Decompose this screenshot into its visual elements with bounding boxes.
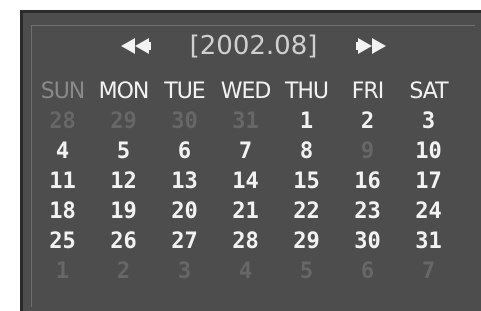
day-cell[interactable]: 1 [32, 259, 93, 284]
day-cell[interactable]: 13 [154, 169, 215, 194]
day-cell[interactable]: 15 [276, 169, 337, 194]
day-cell[interactable]: 30 [337, 229, 398, 254]
day-cell[interactable]: 5 [93, 139, 154, 164]
next-month-button[interactable] [351, 31, 391, 61]
weekday-header-row: SUN MON TUE WED THU FRI SAT [32, 76, 462, 106]
day-cell[interactable]: 4 [215, 259, 276, 284]
weekday-wed: WED [220, 78, 272, 104]
day-cell[interactable]: 31 [398, 229, 459, 254]
calendar-inner: [2002.08] SUN MON TUE WED THU FRI SAT 28… [31, 25, 475, 307]
weekday-sun: SUN [40, 78, 86, 104]
day-cell[interactable]: 14 [215, 169, 276, 194]
calendar-grid: SUN MON TUE WED THU FRI SAT 28 29 30 31 1 2 3 4… [32, 76, 462, 286]
week-row: 25 26 27 28 29 30 31 [32, 226, 462, 256]
day-cell[interactable]: 17 [398, 169, 459, 194]
month-title: [2002.08] [189, 31, 318, 61]
day-cell[interactable]: 18 [32, 199, 93, 224]
day-cell[interactable]: 12 [93, 169, 154, 194]
day-cell[interactable]: 2 [93, 259, 154, 284]
prev-month-button[interactable] [116, 31, 156, 61]
day-cell[interactable]: 11 [32, 169, 93, 194]
day-cell[interactable]: 28 [32, 109, 93, 134]
day-cell[interactable]: 6 [154, 139, 215, 164]
day-cell[interactable]: 25 [32, 229, 93, 254]
day-cell[interactable]: 1 [276, 109, 337, 134]
day-cell[interactable]: 19 [93, 199, 154, 224]
day-cell[interactable]: 9 [337, 139, 398, 164]
day-cell[interactable]: 22 [276, 199, 337, 224]
calendar-panel: [2002.08] SUN MON TUE WED THU FRI SAT 28… [20, 10, 481, 311]
day-cell[interactable]: 29 [276, 229, 337, 254]
day-cell[interactable]: 7 [215, 139, 276, 164]
weekday-thu: THU [284, 78, 329, 104]
day-cell[interactable]: 4 [32, 139, 93, 164]
day-cell[interactable]: 7 [398, 259, 459, 284]
day-cell[interactable]: 28 [215, 229, 276, 254]
week-row: 28 29 30 31 1 2 3 [32, 106, 462, 136]
double-left-arrow-icon [120, 38, 151, 54]
day-cell[interactable]: 20 [154, 199, 215, 224]
day-cell[interactable]: 23 [337, 199, 398, 224]
weekday-sat: SAT [409, 78, 448, 104]
day-cell[interactable]: 6 [337, 259, 398, 284]
day-cell[interactable]: 16 [337, 169, 398, 194]
calendar-header: [2002.08] [32, 26, 475, 66]
weeks-container: 28 29 30 31 1 2 3 4 5 6 7 8 9 10 11 12 13 14 15 16 17 18 19 20 2… [32, 106, 462, 286]
day-cell[interactable]: 2 [337, 109, 398, 134]
day-cell[interactable]: 10 [398, 139, 459, 164]
week-row: 4 5 6 7 8 9 10 [32, 136, 462, 166]
day-cell[interactable]: 31 [215, 109, 276, 134]
day-cell[interactable]: 3 [154, 259, 215, 284]
week-row: 11 12 13 14 15 16 17 [32, 166, 462, 196]
week-row: 1234567 [32, 256, 462, 286]
day-cell[interactable]: 21 [215, 199, 276, 224]
day-cell[interactable]: 27 [154, 229, 215, 254]
weekday-mon: MON [98, 78, 150, 104]
day-cell[interactable]: 29 [93, 109, 154, 134]
day-cell[interactable]: 5 [276, 259, 337, 284]
weekday-tue: TUE [164, 78, 205, 104]
day-cell[interactable]: 26 [93, 229, 154, 254]
weekday-fri: FRI [351, 78, 384, 104]
day-cell[interactable]: 24 [398, 199, 459, 224]
week-row: 18 19 20 21 22 23 24 [32, 196, 462, 226]
day-cell[interactable]: 30 [154, 109, 215, 134]
day-cell[interactable]: 3 [398, 109, 459, 134]
day-cell[interactable]: 8 [276, 139, 337, 164]
double-right-arrow-icon [356, 38, 387, 54]
